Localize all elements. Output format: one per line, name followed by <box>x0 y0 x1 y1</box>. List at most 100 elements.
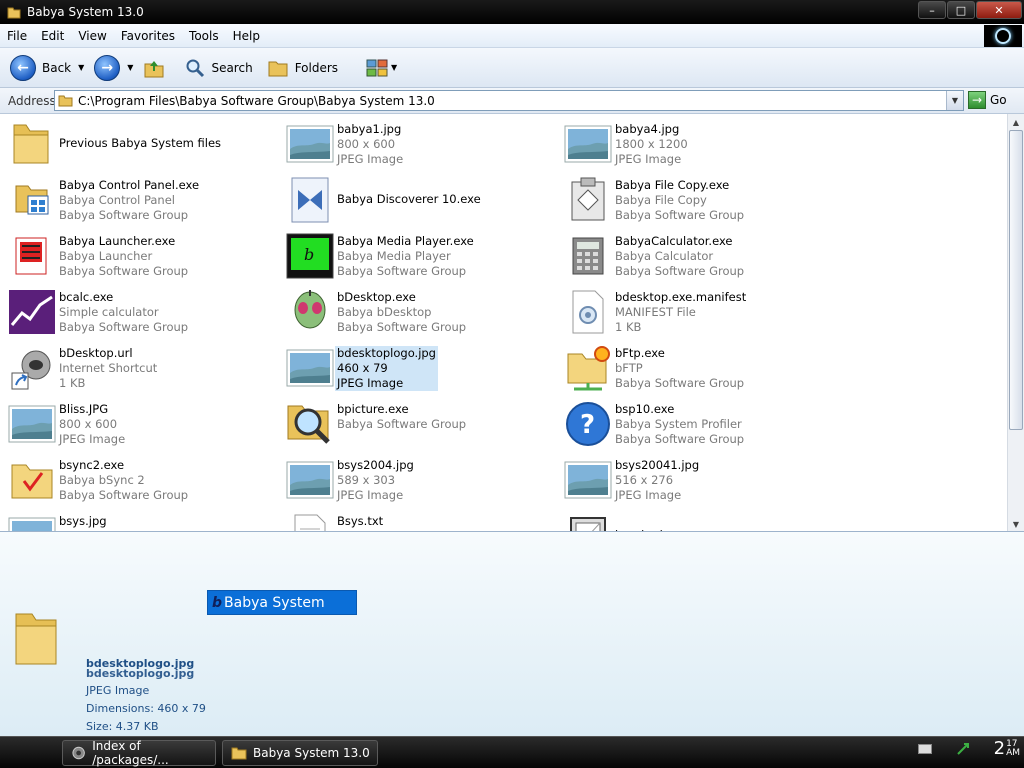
file-item-text: Babya Media Player.exe Babya Media Player… <box>337 234 474 279</box>
address-input[interactable]: C:\Program Files\Babya Software Group\Ba… <box>54 90 964 111</box>
file-detail: Babya bSync 2 <box>59 473 145 487</box>
jpeg-image-icon <box>6 512 58 531</box>
menu-view[interactable]: View <box>71 29 113 43</box>
file-item[interactable]: BabyaCalculator.exe Babya Calculator Babya… <box>562 228 832 282</box>
file-item[interactable]: bcalc.exe Simple calculator Babya Software… <box>6 284 276 338</box>
file-name: Babya File Copy.exe <box>615 178 730 192</box>
go-arrow-icon: → <box>968 91 986 109</box>
preview-size: Size: 4.37 KB <box>86 720 159 733</box>
network-icon[interactable] <box>956 742 970 756</box>
preview-file-type: JPEG Image <box>86 684 150 697</box>
menu-favorites[interactable]: Favorites <box>114 29 182 43</box>
windows-logo <box>984 25 1022 47</box>
file-item[interactable]: bsys.jpg770 x 459 <box>6 508 276 531</box>
preview-dimensions: Dimensions: 460 x 79 <box>86 702 206 715</box>
file-name: bsync2.exe <box>59 458 125 472</box>
views-dropdown-icon[interactable]: ▼ <box>391 63 397 72</box>
ftp-folder-icon <box>562 344 614 392</box>
file-detail: 516 x 276 <box>615 473 674 487</box>
file-item[interactable]: Bsys.txtText Document <box>284 508 554 531</box>
jpeg-image-icon <box>284 120 336 168</box>
scrollbar-thumb[interactable] <box>1009 130 1023 430</box>
folders-button[interactable]: Folders <box>267 58 338 78</box>
file-item[interactable]: Babya Control Panel.exe Babya Control Pan… <box>6 172 276 226</box>
scroll-up-icon[interactable]: ▲ <box>1008 114 1024 130</box>
file-item-text: Babya Launcher.exe Babya Launcher Babya So… <box>59 234 188 279</box>
file-item[interactable]: babya4.jpg 1800 x 1200 JPEG Image <box>562 116 832 170</box>
file-detail: Babya Software Group <box>59 320 189 334</box>
clock[interactable]: 2 17 AM <box>994 740 1020 758</box>
manifest-file-icon <box>562 288 614 336</box>
file-item[interactable]: bsync2.exe Babya bSync 2 Babya Software Gr… <box>6 452 276 506</box>
file-detail: Babya Software Group <box>59 264 189 278</box>
vertical-scrollbar[interactable]: ▲ ▼ <box>1007 114 1024 531</box>
views-icon[interactable] <box>366 58 388 78</box>
file-item[interactable]: bDesktop.url Internet Shortcut 1 KB <box>6 340 276 394</box>
taskbar-item-browser[interactable]: Index of /packages/... <box>62 739 216 767</box>
close-button[interactable]: ✕ <box>976 1 1022 19</box>
minimize-button[interactable]: – <box>918 1 946 19</box>
help-icon: ? <box>562 400 614 448</box>
search-button[interactable]: Search <box>185 58 253 78</box>
title-bar[interactable]: Babya System 13.0 – □ ✕ <box>0 0 1024 24</box>
scroll-down-icon[interactable]: ▼ <box>1008 516 1024 531</box>
file-item-text: bdesktoplogo.jpg 460 x 79 JPEG Image <box>335 346 438 391</box>
file-name: Babya Launcher.exe <box>59 234 176 248</box>
forward-button[interactable]: → <box>94 54 121 81</box>
file-item[interactable]: Babya Launcher.exe Babya Launcher Babya So… <box>6 228 276 282</box>
file-item[interactable]: bsys2004.jpg 589 x 303 JPEG Image <box>284 452 554 506</box>
file-item[interactable]: Babya File Copy.exe Babya File Copy Babya … <box>562 172 832 226</box>
file-detail: 1 KB <box>59 376 86 390</box>
file-item-text: bpicture.exe Babya Software Group <box>337 402 466 432</box>
file-item[interactable]: bDesktop.exe Babya bDesktop Babya Software… <box>284 284 554 338</box>
taskbar-item-explorer[interactable]: Babya System 13.0 <box>222 740 378 766</box>
file-item[interactable]: Bliss.JPG 800 x 600 JPEG Image <box>6 396 276 450</box>
file-name: bcalc.exe <box>59 290 114 304</box>
address-bar: Address C:\Program Files\Babya Software … <box>0 88 1024 114</box>
up-folder-button[interactable] <box>143 57 165 79</box>
menu-file[interactable]: File <box>0 29 34 43</box>
address-dropdown-icon[interactable]: ▼ <box>946 91 963 110</box>
back-arrow-icon: ← <box>10 54 36 81</box>
file-name: Bsys.txt <box>337 514 384 528</box>
alien-icon <box>284 288 336 336</box>
file-list[interactable]: Previous Babya System files babya1.jpg 800… <box>0 114 1024 532</box>
file-item[interactable]: bdesktop.exe.manifest MANIFEST File 1 KB <box>562 284 832 338</box>
file-detail: Babya Software Group <box>615 208 745 222</box>
file-item[interactable]: b Babya Media Player.exe Babya Media Playe… <box>284 228 554 282</box>
go-button[interactable]: → Go <box>968 91 1007 109</box>
file-item-text: Babya Control Panel.exe Babya Control Pan… <box>59 178 199 223</box>
file-item-text: bDesktop.exe Babya bDesktop Babya Software… <box>337 290 466 335</box>
folder-icon <box>15 613 57 665</box>
file-detail: 1800 x 1200 <box>615 137 688 151</box>
menu-tools[interactable]: Tools <box>182 29 226 43</box>
file-item[interactable]: bFtp.exe bFTP Babya Software Group <box>562 340 832 394</box>
file-item[interactable]: ? bsp10.exe Babya System Profiler Babya Sof… <box>562 396 832 450</box>
file-item[interactable]: Previous Babya System files <box>6 116 276 170</box>
file-item[interactable]: bpicture.exe Babya Software Group <box>284 396 554 450</box>
file-name: Babya Discoverer 10.exe <box>337 192 481 206</box>
file-detail: 460 x 79 <box>337 361 388 375</box>
folders-label: Folders <box>294 60 339 75</box>
file-item[interactable]: babya1.jpg 800 x 600 JPEG Image <box>284 116 554 170</box>
file-item-text: babya1.jpg 800 x 600 JPEG Image <box>337 122 403 167</box>
back-dropdown-icon[interactable]: ▼ <box>78 63 84 72</box>
file-item[interactable]: bsys20041.jpg 516 x 276 JPEG Image <box>562 452 832 506</box>
minimize-icon: – <box>929 3 935 17</box>
file-name: Babya Media Player.exe <box>337 234 474 248</box>
file-item[interactable]: bsyskrnl.exe <box>562 508 832 531</box>
forward-dropdown-icon[interactable]: ▼ <box>127 63 133 72</box>
menu-help[interactable]: Help <box>226 29 267 43</box>
keyboard-icon[interactable] <box>917 744 932 754</box>
sync-folder-icon <box>6 456 58 504</box>
menu-edit[interactable]: Edit <box>34 29 71 43</box>
file-item-text: Babya Discoverer 10.exe <box>337 192 481 207</box>
file-item-text: bsync2.exe Babya bSync 2 Babya Software Gr… <box>59 458 188 503</box>
file-item[interactable]: Babya Discoverer 10.exe <box>284 172 554 226</box>
file-item-text: bsys20041.jpg 516 x 276 JPEG Image <box>615 458 699 503</box>
file-detail: JPEG Image <box>337 152 404 166</box>
back-button[interactable]: ← Back <box>10 54 72 81</box>
maximize-button[interactable]: □ <box>947 1 975 19</box>
back-label: Back <box>42 60 72 75</box>
file-item[interactable]: bdesktoplogo.jpg 460 x 79 JPEG Image <box>284 340 554 394</box>
